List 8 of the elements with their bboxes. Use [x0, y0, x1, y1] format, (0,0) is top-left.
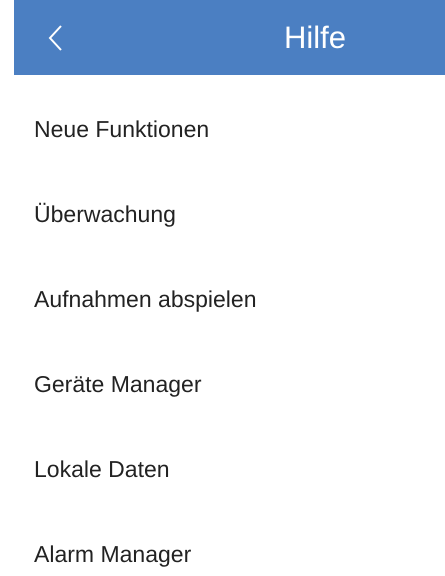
menu-item[interactable]: Lokale Daten: [14, 427, 445, 512]
menu-item[interactable]: Geräte Manager: [14, 342, 445, 427]
chevron-left-icon: [47, 24, 63, 52]
menu-item[interactable]: Aufnahmen abspielen: [14, 257, 445, 342]
menu-item[interactable]: Neue Funktionen: [14, 87, 445, 172]
page-title: Hilfe: [284, 20, 346, 56]
menu-item[interactable]: Überwachung: [14, 172, 445, 257]
menu-item[interactable]: Alarm Manager: [14, 512, 445, 576]
